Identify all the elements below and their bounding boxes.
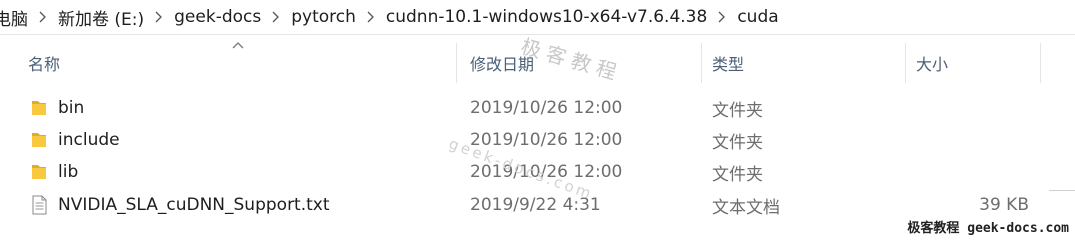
column-header: 名称 修改日期 类型 大小 bbox=[0, 42, 1075, 83]
breadcrumb-item-geek-docs[interactable]: geek-docs bbox=[170, 7, 265, 27]
file-type: 文件夹 bbox=[712, 100, 763, 121]
sort-ascending-icon bbox=[232, 42, 244, 49]
file-name: NVIDIA_SLA_cuDNN_Support.txt bbox=[58, 195, 330, 215]
text-file-icon bbox=[32, 195, 47, 215]
divider bbox=[1049, 190, 1075, 191]
column-divider[interactable] bbox=[701, 43, 702, 83]
file-name: lib bbox=[58, 162, 79, 182]
file-type: 文件夹 bbox=[712, 132, 763, 153]
column-header-type[interactable]: 类型 bbox=[712, 43, 744, 83]
folder-icon bbox=[32, 101, 46, 115]
file-modified: 2019/9/22 4:31 bbox=[470, 195, 601, 215]
file-modified: 2019/10/26 12:00 bbox=[470, 98, 623, 118]
file-row-lib[interactable]: lib 2019/10/26 12:00 文件夹 bbox=[0, 156, 1075, 188]
file-row-include[interactable]: include 2019/10/26 12:00 文件夹 bbox=[0, 124, 1075, 156]
column-header-size[interactable]: 大小 bbox=[916, 43, 948, 83]
chevron-right-icon[interactable] bbox=[265, 11, 287, 23]
chevron-right-icon[interactable] bbox=[711, 11, 733, 23]
breadcrumb-item-cudnn[interactable]: cudnn-10.1-windows10-x64-v7.6.4.38 bbox=[382, 7, 711, 27]
column-header-modified[interactable]: 修改日期 bbox=[470, 43, 534, 83]
column-divider[interactable] bbox=[1040, 43, 1041, 83]
column-header-name[interactable]: 名称 bbox=[28, 43, 60, 83]
breadcrumb: 电脑 新加卷 (E:) geek-docs pytorch cudnn-10.1… bbox=[0, 0, 1075, 35]
file-modified: 2019/10/26 12:00 bbox=[470, 162, 623, 182]
chevron-right-icon[interactable] bbox=[32, 11, 54, 23]
breadcrumb-item-cuda[interactable]: cuda bbox=[733, 7, 782, 27]
column-divider[interactable] bbox=[905, 43, 906, 83]
file-type: 文本文档 bbox=[712, 197, 780, 218]
breadcrumb-item-pytorch[interactable]: pytorch bbox=[287, 7, 360, 27]
brand-watermark: 极客教程 geek-docs.com bbox=[907, 221, 1069, 236]
column-divider[interactable] bbox=[456, 43, 457, 83]
breadcrumb-item-computer[interactable]: 电脑 bbox=[0, 5, 32, 30]
file-row-bin[interactable]: bin 2019/10/26 12:00 文件夹 bbox=[0, 92, 1075, 124]
folder-icon bbox=[32, 165, 46, 179]
folder-icon bbox=[32, 133, 46, 147]
file-type: 文件夹 bbox=[712, 164, 763, 185]
file-name: include bbox=[58, 130, 120, 150]
file-name: bin bbox=[58, 98, 85, 118]
chevron-right-icon[interactable] bbox=[148, 11, 170, 23]
chevron-right-icon[interactable] bbox=[360, 11, 382, 23]
file-modified: 2019/10/26 12:00 bbox=[470, 130, 623, 150]
breadcrumb-item-drive[interactable]: 新加卷 (E:) bbox=[54, 5, 148, 30]
